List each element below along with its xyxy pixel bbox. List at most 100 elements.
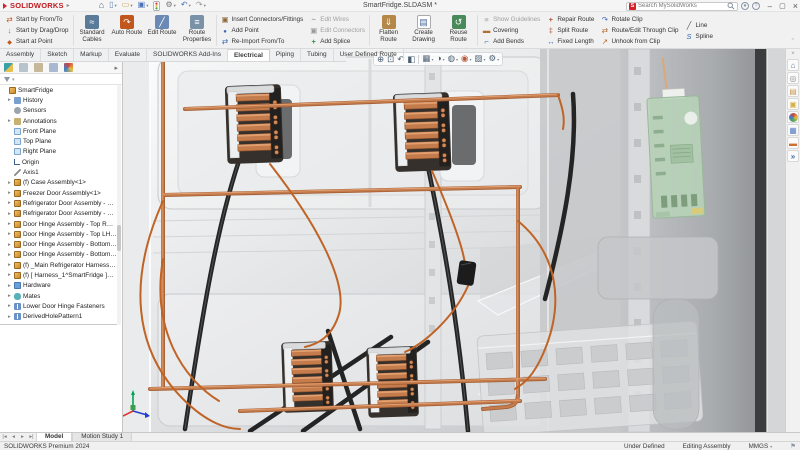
display-style-icon[interactable] <box>436 52 444 66</box>
minimize-icon[interactable] <box>768 2 772 11</box>
auto-route-button[interactable]: Auto Route <box>110 13 145 48</box>
rollback-bar[interactable] <box>0 324 117 325</box>
start-by-fromto-button[interactable]: Start by From/To <box>5 14 69 25</box>
tree-item[interactable]: Sensors <box>0 106 117 116</box>
tree-item[interactable]: ▸ History <box>0 95 117 105</box>
rotate-clip-button[interactable]: Rotate Clip <box>600 14 678 25</box>
tab-assembly[interactable]: Assembly <box>0 49 42 61</box>
filter-caret-icon[interactable] <box>12 76 15 83</box>
tab-solidworks-addins[interactable]: SOLIDWORKS Add-Ins <box>147 49 228 61</box>
tree-item-root[interactable]: SmartFridge <box>0 85 117 95</box>
viewport-canvas[interactable] <box>123 49 785 432</box>
property-manager-tab-icon[interactable] <box>19 63 28 72</box>
water-tank[interactable] <box>652 298 700 430</box>
nav-first-icon[interactable] <box>0 433 9 441</box>
solidworks-forum-icon[interactable] <box>787 150 799 162</box>
tree-item[interactable]: ▸ Annotations <box>0 116 117 126</box>
splice-connector[interactable] <box>456 260 477 286</box>
tree-item[interactable]: Front Plane <box>0 126 117 136</box>
redo-icon[interactable] <box>196 0 206 11</box>
start-by-dragdrop-button[interactable]: Start by Drag/Drop <box>5 25 69 36</box>
task-pane-close-icon[interactable] <box>791 51 795 57</box>
unhook-from-clip-button[interactable]: Unhook from Clip <box>600 36 678 47</box>
reimport-fromto-button[interactable]: Re-Import From/To <box>221 36 304 47</box>
add-splice-button[interactable]: Add Splice <box>309 36 365 47</box>
spline-button[interactable]: Spline <box>685 31 714 42</box>
options-gear-icon[interactable] <box>165 0 175 11</box>
tree-item[interactable]: ▸ Lower Door Hinge Fasteners <box>0 301 117 311</box>
open-icon[interactable] <box>122 0 133 11</box>
tab-piping[interactable]: Piping <box>270 49 301 61</box>
add-bends-button[interactable]: Add Bends <box>482 36 540 47</box>
section-view-icon[interactable] <box>407 53 415 65</box>
new-document-icon[interactable] <box>109 0 117 11</box>
tree-item[interactable]: ▸Door Hinge Assembly - Bottom RH<1> <box>0 239 117 249</box>
repair-route-button[interactable]: Repair Route <box>546 14 594 25</box>
tree-item[interactable]: ▸ Hardware <box>0 281 117 291</box>
edit-route-button[interactable]: Edit Route <box>145 13 180 48</box>
hide-show-items-icon[interactable] <box>448 52 458 66</box>
nav-prev-icon[interactable] <box>9 433 18 441</box>
split-route-button[interactable]: Split Route <box>546 25 594 36</box>
route-through-clip-button[interactable]: Route/Edit Through Clip <box>600 25 678 36</box>
line-button[interactable]: Line <box>685 20 714 31</box>
standard-cables-button[interactable]: Standard Cables <box>75 13 110 48</box>
tree-item[interactable]: Right Plane <box>0 147 117 157</box>
help-icon[interactable]: ? <box>752 1 760 10</box>
reuse-route-button[interactable]: Reuse Route <box>441 13 476 48</box>
tree-item[interactable]: ▸ (f) _Main Refrigerator Harness<1> <box>0 260 117 270</box>
route-properties-button[interactable]: Route Properties <box>180 13 215 48</box>
search-icon[interactable] <box>727 2 735 10</box>
task-pane-home-icon[interactable] <box>787 59 799 71</box>
apply-scene-icon[interactable] <box>474 52 485 66</box>
tab-evaluate[interactable]: Evaluate <box>109 49 148 61</box>
tree-item[interactable]: ▸ Mates <box>0 291 117 301</box>
tab-user-defined-route[interactable]: User Defined Route <box>334 49 404 61</box>
solidworks-resources-icon[interactable] <box>787 72 799 84</box>
tab-tubing[interactable]: Tubing <box>301 49 334 61</box>
edit-appearance-icon[interactable] <box>461 52 471 66</box>
display-manager-tab-icon[interactable] <box>64 63 73 72</box>
covering-button[interactable]: Covering <box>482 25 540 36</box>
design-library-icon[interactable] <box>787 85 799 97</box>
tree-item[interactable]: ▸ Door Hinge Assembly - Top LH<1> <box>0 229 117 239</box>
fixed-length-button[interactable]: Fixed Length <box>546 36 594 47</box>
start-at-point-button[interactable]: Start at Point <box>5 36 69 47</box>
add-point-button[interactable]: Add Point <box>221 25 304 36</box>
menu-expand-icon[interactable] <box>67 0 70 11</box>
tree-item[interactable]: Top Plane <box>0 136 117 146</box>
close-icon[interactable] <box>793 1 798 11</box>
rebuild-traffic-light-icon[interactable] <box>153 0 161 11</box>
tree-item[interactable]: ▸Door Hinge Assembly - Bottom LH<1> <box>0 250 117 260</box>
ribbon-collapse-icon[interactable] <box>792 39 794 46</box>
tree-scrollbar-thumb[interactable] <box>117 225 121 251</box>
tree-item[interactable]: Origin <box>0 157 117 167</box>
tab-electrical[interactable]: Electrical <box>227 49 270 61</box>
flatten-route-button[interactable]: Flatten Route <box>371 13 406 48</box>
model-tab[interactable]: Model <box>36 433 73 441</box>
nav-next-icon[interactable] <box>18 433 27 441</box>
tree-item[interactable]: ▸ Door Hinge Assembly - Top RH<1> <box>0 219 117 229</box>
create-drawing-button[interactable]: Create Drawing <box>406 13 441 48</box>
tree-filter-row[interactable] <box>0 74 122 85</box>
view-settings-icon[interactable] <box>489 52 500 66</box>
dimxpert-manager-tab-icon[interactable] <box>49 63 58 72</box>
home-icon[interactable] <box>99 0 104 11</box>
appearances-scenes-icon[interactable] <box>787 111 799 123</box>
tree-scrollbar[interactable] <box>117 85 121 325</box>
nav-last-icon[interactable] <box>27 433 36 441</box>
tree-item[interactable]: ▸ Freezer Door Assembly<1> <box>0 188 117 198</box>
login-icon[interactable]: ● <box>741 1 749 10</box>
tree-item[interactable]: ▸ Refrigerator Door Assembly - RH<1> <box>0 198 117 208</box>
file-explorer-icon[interactable] <box>787 98 799 110</box>
status-tag-icon[interactable] <box>790 442 796 450</box>
save-icon[interactable] <box>138 0 149 11</box>
feature-manager-tab-icon[interactable] <box>4 63 13 72</box>
motion-study-tab[interactable]: Motion Study 1 <box>72 433 133 441</box>
undo-icon[interactable] <box>181 0 191 11</box>
tab-markup[interactable]: Markup <box>74 49 109 61</box>
tree-item[interactable]: ▸ DerivedHolePattern1 <box>0 312 117 322</box>
configuration-manager-tab-icon[interactable] <box>34 63 43 72</box>
view-orientation-icon[interactable] <box>422 52 433 66</box>
search-box[interactable]: S <box>626 1 738 11</box>
